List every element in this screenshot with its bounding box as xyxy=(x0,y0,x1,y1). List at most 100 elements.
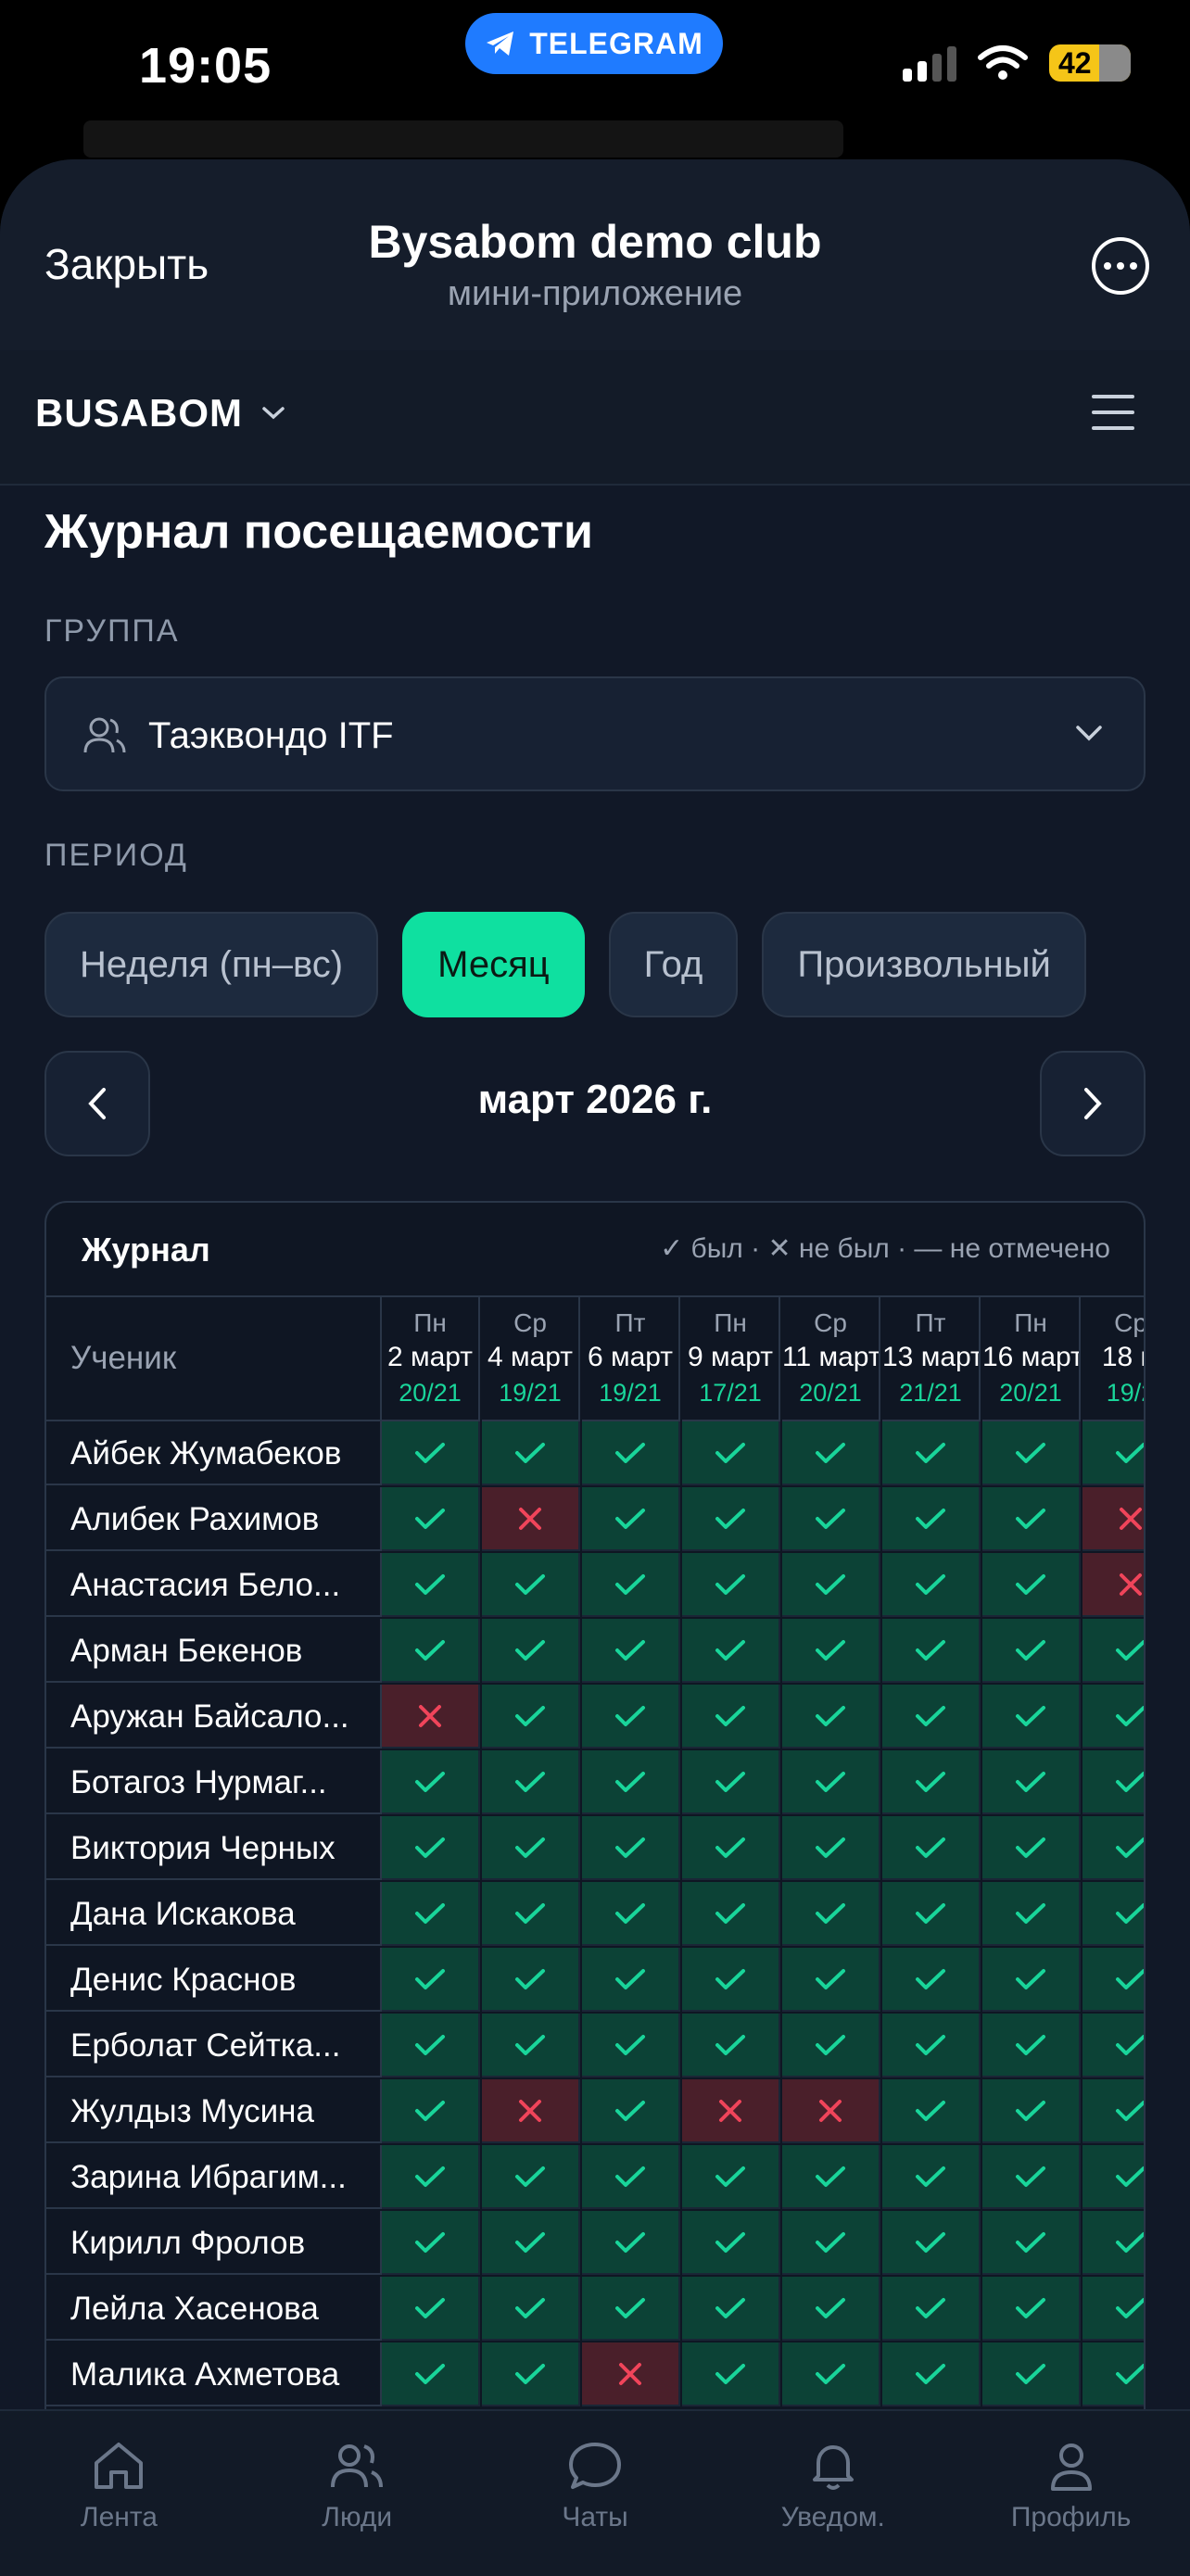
attendance-present-cell[interactable] xyxy=(1082,2211,1144,2275)
attendance-present-cell[interactable] xyxy=(982,1487,1081,1551)
attendance-present-cell[interactable] xyxy=(382,2211,480,2275)
period-custom-chip[interactable]: Произвольный xyxy=(762,912,1086,1017)
attendance-present-cell[interactable] xyxy=(382,1882,480,1946)
tab-chats[interactable]: Чаты xyxy=(476,2411,715,2576)
attendance-present-cell[interactable] xyxy=(482,1619,580,1683)
student-name[interactable]: Лейла Хасенова xyxy=(46,2277,382,2341)
attendance-present-cell[interactable] xyxy=(582,1882,680,1946)
attendance-present-cell[interactable] xyxy=(682,2277,780,2341)
attendance-present-cell[interactable] xyxy=(782,1948,880,2012)
attendance-absent-cell[interactable] xyxy=(682,2079,780,2143)
student-name[interactable]: Малика Ахметова xyxy=(46,2342,382,2406)
attendance-present-cell[interactable] xyxy=(1082,1750,1144,1814)
student-name[interactable]: Анастасия Бело... xyxy=(46,1553,382,1617)
period-year-chip[interactable]: Год xyxy=(608,912,739,1017)
attendance-present-cell[interactable] xyxy=(1082,2342,1144,2406)
attendance-present-cell[interactable] xyxy=(682,2014,780,2077)
attendance-present-cell[interactable] xyxy=(582,1619,680,1683)
attendance-present-cell[interactable] xyxy=(382,1948,480,2012)
attendance-present-cell[interactable] xyxy=(582,1421,680,1485)
attendance-present-cell[interactable] xyxy=(1082,1619,1144,1683)
attendance-present-cell[interactable] xyxy=(382,1553,480,1617)
attendance-present-cell[interactable] xyxy=(882,2342,981,2406)
attendance-present-cell[interactable] xyxy=(382,2014,480,2077)
student-name[interactable]: Арман Бекенов xyxy=(46,1619,382,1683)
period-week-chip[interactable]: Неделя (пн–вс) xyxy=(44,912,379,1017)
attendance-present-cell[interactable] xyxy=(482,1750,580,1814)
attendance-present-cell[interactable] xyxy=(882,1750,981,1814)
student-name[interactable]: Айбек Жумабеков xyxy=(46,1421,382,1485)
attendance-present-cell[interactable] xyxy=(682,1685,780,1749)
attendance-present-cell[interactable] xyxy=(782,2277,880,2341)
attendance-present-cell[interactable] xyxy=(782,1487,880,1551)
brand-switcher[interactable]: BUSABOM xyxy=(35,391,285,436)
tab-people[interactable]: Люди xyxy=(238,2411,476,2576)
attendance-present-cell[interactable] xyxy=(382,2079,480,2143)
attendance-present-cell[interactable] xyxy=(582,1750,680,1814)
attendance-absent-cell[interactable] xyxy=(782,2079,880,2143)
attendance-present-cell[interactable] xyxy=(682,1750,780,1814)
student-name[interactable]: Ботагоз Нурмаг... xyxy=(46,1750,382,1814)
student-name[interactable]: Виктория Черных xyxy=(46,1816,382,1880)
attendance-present-cell[interactable] xyxy=(682,1948,780,2012)
attendance-present-cell[interactable] xyxy=(682,1619,780,1683)
attendance-present-cell[interactable] xyxy=(682,1487,780,1551)
attendance-absent-cell[interactable] xyxy=(1082,1487,1144,1551)
attendance-present-cell[interactable] xyxy=(382,1487,480,1551)
tab-notifications[interactable]: Уведом. xyxy=(714,2411,952,2576)
attendance-present-cell[interactable] xyxy=(882,2079,981,2143)
student-name[interactable]: Денис Краснов xyxy=(46,1948,382,2012)
attendance-present-cell[interactable] xyxy=(682,1553,780,1617)
attendance-present-cell[interactable] xyxy=(882,2014,981,2077)
attendance-present-cell[interactable] xyxy=(582,2014,680,2077)
attendance-present-cell[interactable] xyxy=(982,1685,1081,1749)
attendance-present-cell[interactable] xyxy=(982,1421,1081,1485)
attendance-present-cell[interactable] xyxy=(482,1553,580,1617)
attendance-absent-cell[interactable] xyxy=(582,2342,680,2406)
attendance-present-cell[interactable] xyxy=(482,1816,580,1880)
attendance-present-cell[interactable] xyxy=(682,1816,780,1880)
attendance-present-cell[interactable] xyxy=(1082,2079,1144,2143)
attendance-present-cell[interactable] xyxy=(1082,1882,1144,1946)
attendance-present-cell[interactable] xyxy=(482,2277,580,2341)
attendance-present-cell[interactable] xyxy=(482,1882,580,1946)
attendance-present-cell[interactable] xyxy=(782,2014,880,2077)
attendance-present-cell[interactable] xyxy=(782,2211,880,2275)
attendance-absent-cell[interactable] xyxy=(482,1487,580,1551)
menu-icon[interactable] xyxy=(1092,395,1134,442)
attendance-present-cell[interactable] xyxy=(782,1619,880,1683)
tab-feed[interactable]: Лента xyxy=(0,2411,238,2576)
attendance-present-cell[interactable] xyxy=(882,2145,981,2209)
attendance-absent-cell[interactable] xyxy=(1082,1553,1144,1617)
attendance-present-cell[interactable] xyxy=(582,1685,680,1749)
attendance-present-cell[interactable] xyxy=(482,1685,580,1749)
attendance-present-cell[interactable] xyxy=(382,2342,480,2406)
student-name[interactable]: Ерболат Сейтка... xyxy=(46,2014,382,2077)
attendance-present-cell[interactable] xyxy=(482,1948,580,2012)
attendance-present-cell[interactable] xyxy=(1082,2277,1144,2341)
group-select[interactable]: Таэквондо ITF xyxy=(44,676,1146,791)
attendance-present-cell[interactable] xyxy=(482,1421,580,1485)
attendance-absent-cell[interactable] xyxy=(482,2079,580,2143)
attendance-present-cell[interactable] xyxy=(1082,2014,1144,2077)
attendance-present-cell[interactable] xyxy=(582,2145,680,2209)
attendance-present-cell[interactable] xyxy=(982,1750,1081,1814)
attendance-present-cell[interactable] xyxy=(482,2014,580,2077)
attendance-present-cell[interactable] xyxy=(682,1421,780,1485)
attendance-present-cell[interactable] xyxy=(582,1553,680,1617)
attendance-present-cell[interactable] xyxy=(582,1948,680,2012)
attendance-present-cell[interactable] xyxy=(882,1948,981,2012)
period-month-chip[interactable]: Месяц xyxy=(402,912,585,1017)
attendance-present-cell[interactable] xyxy=(382,2277,480,2341)
attendance-present-cell[interactable] xyxy=(782,2342,880,2406)
telegram-pill[interactable]: TELEGRAM xyxy=(465,13,723,74)
attendance-present-cell[interactable] xyxy=(382,1619,480,1683)
attendance-present-cell[interactable] xyxy=(782,1816,880,1880)
attendance-present-cell[interactable] xyxy=(1082,1421,1144,1485)
attendance-present-cell[interactable] xyxy=(982,1619,1081,1683)
attendance-present-cell[interactable] xyxy=(982,2277,1081,2341)
attendance-present-cell[interactable] xyxy=(982,2145,1081,2209)
attendance-present-cell[interactable] xyxy=(682,1882,780,1946)
attendance-present-cell[interactable] xyxy=(382,1421,480,1485)
attendance-present-cell[interactable] xyxy=(582,2079,680,2143)
